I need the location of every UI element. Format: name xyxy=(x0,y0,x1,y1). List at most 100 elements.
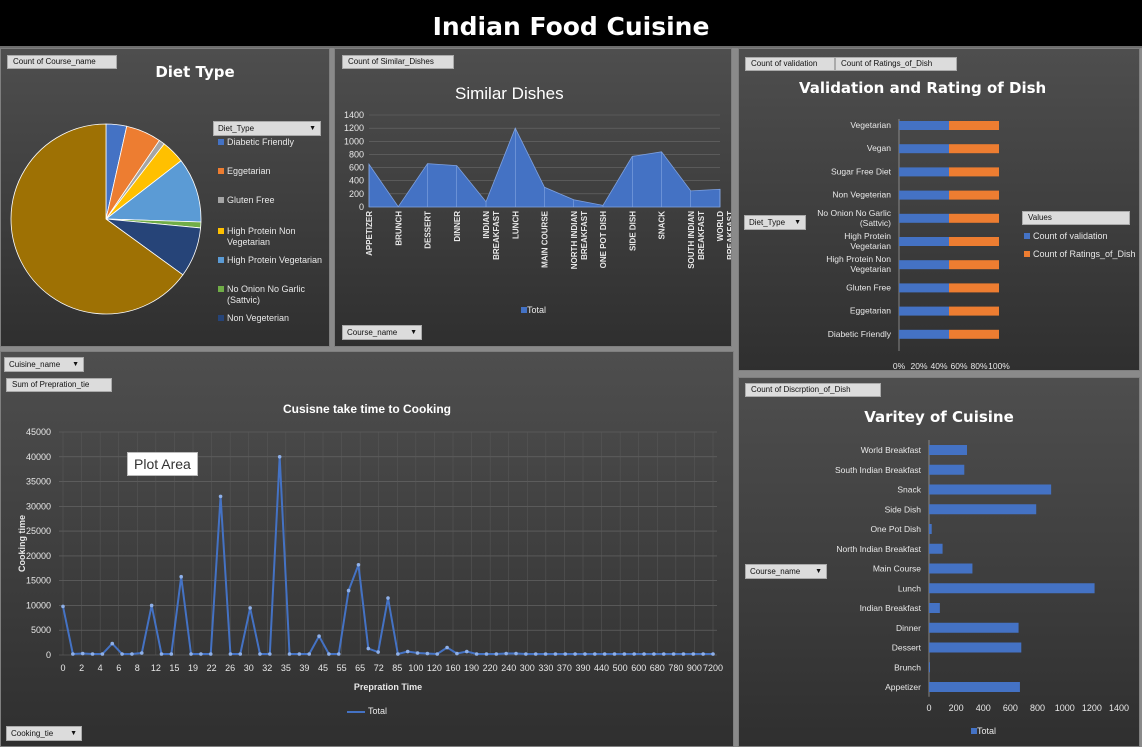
area-legend-label: Total xyxy=(527,305,547,315)
x-tick-label: 780 xyxy=(668,663,683,673)
validation-bar xyxy=(899,167,949,177)
line-point xyxy=(455,651,459,656)
line-point xyxy=(583,652,587,656)
y-tick-label: 600 xyxy=(349,163,364,173)
x-tick-label: SIDE DISH xyxy=(628,211,637,251)
line-point xyxy=(691,652,696,656)
line-point xyxy=(553,652,558,656)
y-tick-label: 30000 xyxy=(26,501,51,511)
pie-legend-label: Eggetarian xyxy=(227,166,271,176)
pie-legend-item: High Protein Vegetarian xyxy=(218,255,325,266)
x-tick-label: 6 xyxy=(116,663,121,673)
y-tick-label: Lunch xyxy=(898,583,921,593)
y-tick-label: Brunch xyxy=(894,662,921,672)
legend-swatch xyxy=(218,257,224,263)
x-tick-label: 240 xyxy=(501,663,516,673)
y-tick-label: North Indian Breakfast xyxy=(836,544,921,554)
variety-cuisine-panel: Count of Discrption_of_Dish Varitey of C… xyxy=(738,377,1140,747)
x-tick-label: 1400 xyxy=(1109,703,1129,713)
line-point xyxy=(445,645,449,650)
validation-legend-item: Count of validation xyxy=(1024,231,1108,242)
line-point xyxy=(268,652,272,656)
y-axis-title: Cooking time xyxy=(17,515,27,572)
y-tick-label: Dinner xyxy=(896,623,921,633)
plot-area-tooltip: Plot Area xyxy=(127,452,198,476)
pie-filter-diet-type[interactable]: Diet_Type ▼ xyxy=(213,121,321,136)
x-tick-label: DINNER xyxy=(453,211,462,242)
x-tick-label: 120 xyxy=(427,663,442,673)
variety-bar xyxy=(929,563,973,574)
x-tick-label: MAIN COURSE xyxy=(541,210,550,268)
y-tick-label: 1000 xyxy=(344,136,364,146)
ratings-bar xyxy=(949,121,999,130)
x-tick-label: 40% xyxy=(930,361,947,370)
line-point xyxy=(711,652,715,656)
legend-swatch xyxy=(1024,233,1030,239)
x-tick-label: 30 xyxy=(244,663,254,673)
variety-bar xyxy=(929,445,967,455)
y-tick-label: Main Course xyxy=(873,564,921,574)
line-point xyxy=(208,652,213,656)
line-point xyxy=(484,652,489,656)
x-tick-label: 900 xyxy=(687,663,702,673)
validation-bar xyxy=(899,144,949,154)
line-point xyxy=(71,652,75,656)
y-tick-label: 0 xyxy=(359,202,364,212)
line-point xyxy=(110,641,115,646)
validation-bar xyxy=(899,121,949,130)
line-point xyxy=(593,652,597,656)
x-tick-label: 100% xyxy=(988,361,1010,370)
x-tick-label: 80% xyxy=(970,361,987,370)
line-point xyxy=(277,454,282,459)
validation-bar xyxy=(899,260,949,270)
y-tick-label: 25000 xyxy=(26,526,51,536)
ratings-bar xyxy=(949,167,999,177)
variety-bar xyxy=(929,662,930,673)
line-point xyxy=(336,652,341,656)
y-tick-label: 0 xyxy=(46,650,51,660)
x-tick-label: LUNCH xyxy=(511,211,520,239)
diet-type-panel: Count of Course_name Diet Type Diet_Type… xyxy=(0,48,330,347)
variety-bar xyxy=(929,622,1019,633)
variety-bar xyxy=(929,642,1022,653)
pie-legend-label: No Onion No Garlic (Sattvic) xyxy=(227,284,306,305)
area-filter-course-name[interactable]: Course_name ▼ xyxy=(342,325,422,340)
x-tick-label: 39 xyxy=(299,663,309,673)
x-tick-label: 300 xyxy=(520,663,535,673)
y-tick-label: Gluten Free xyxy=(846,282,891,292)
legend-swatch xyxy=(218,197,224,203)
dashboard-title-bar: Indian Food Cuisine xyxy=(0,0,1142,48)
cooking-time-line-chart: 0500010000150002000025000300003500040000… xyxy=(17,427,723,692)
x-tick-label: 680 xyxy=(650,663,665,673)
y-tick-label: 20000 xyxy=(26,551,51,561)
variety-filter-label: Course_name xyxy=(750,567,801,576)
x-tick-label: 15 xyxy=(169,663,179,673)
pie-legend-item: No Onion No Garlic (Sattvic) xyxy=(218,284,325,306)
line-point xyxy=(307,652,312,656)
x-tick-label: 190 xyxy=(464,663,479,673)
line-point xyxy=(100,652,105,656)
validation-filter-diet-type[interactable]: Diet_Type ▼ xyxy=(744,215,806,230)
values-header[interactable]: Values xyxy=(1022,211,1130,225)
y-tick-label: 5000 xyxy=(31,625,51,635)
x-tick-label: DESSERT xyxy=(424,211,433,249)
y-tick-label: Diabetic Friendly xyxy=(828,329,892,339)
validation-bar xyxy=(899,306,949,316)
validation-bar xyxy=(899,190,949,200)
validation-bar xyxy=(899,329,949,339)
line-point xyxy=(386,596,390,600)
variety-filter-course-name[interactable]: Course_name ▼ xyxy=(745,564,827,579)
x-tick-label: 65 xyxy=(355,663,365,673)
y-tick-label: Side Dish xyxy=(885,504,922,514)
line-point xyxy=(425,651,430,656)
x-tick-label: 4 xyxy=(98,663,103,673)
x-tick-label: ONE POT DISH xyxy=(599,211,608,269)
legend-swatch xyxy=(218,286,224,292)
y-tick-label: 400 xyxy=(349,176,364,186)
variety-legend: Total xyxy=(971,726,996,736)
y-tick-label: Eggetarian xyxy=(850,306,891,316)
line-axis-cooking-time[interactable]: Cooking_tie ▼ xyxy=(6,726,82,741)
y-tick-label: No Onion No Garlic (Sattvic) xyxy=(817,208,891,228)
line-point xyxy=(533,652,538,656)
y-tick-label: Appetizer xyxy=(885,682,921,692)
